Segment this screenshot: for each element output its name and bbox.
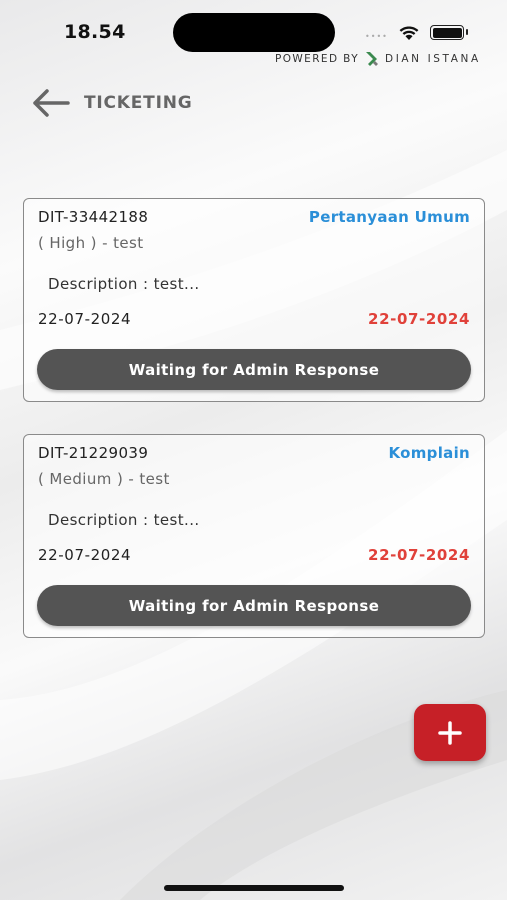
arrow-left-icon: [33, 89, 70, 117]
ticket-due-date: 22-07-2024: [368, 546, 470, 564]
ticket-card[interactable]: DIT-33442188 Pertanyaan Umum ( High ) - …: [23, 198, 485, 402]
ticket-priority-subject: ( High ) - test: [38, 234, 144, 252]
ticket-created-date: 22-07-2024: [38, 546, 132, 564]
ticket-due-date: 22-07-2024: [368, 310, 470, 328]
signal-icon: ••••: [365, 32, 388, 41]
ticket-description: Description : test...: [48, 511, 200, 529]
wifi-icon: [399, 26, 419, 40]
ticket-card[interactable]: DIT-21229039 Komplain ( Medium ) - test …: [23, 434, 485, 638]
battery-tip: [466, 29, 468, 35]
page-header: TICKETING: [30, 86, 193, 120]
status-time: 18.54: [64, 21, 126, 43]
ticket-category: Pertanyaan Umum: [308, 208, 470, 226]
plus-icon: [438, 720, 462, 745]
page-title: TICKETING: [84, 93, 193, 113]
ticket-created-date: 22-07-2024: [38, 310, 132, 328]
ticket-status-button[interactable]: Waiting for Admin Response: [37, 585, 471, 626]
powered-by-branding: POWERED BY DIAN ISTANA: [275, 50, 481, 68]
battery-icon: [430, 25, 464, 40]
home-indicator: [164, 885, 344, 891]
ticket-category: Komplain: [388, 444, 470, 462]
powered-by-label: POWERED BY: [275, 53, 360, 65]
brand-name: DIAN ISTANA: [385, 53, 481, 65]
dian-istana-logo-icon: [366, 52, 379, 66]
ticket-id: DIT-33442188: [38, 208, 149, 226]
add-ticket-button[interactable]: [414, 704, 486, 761]
ticket-priority-subject: ( Medium ) - test: [38, 470, 170, 488]
ticket-status-button[interactable]: Waiting for Admin Response: [37, 349, 471, 390]
dynamic-island: [173, 13, 335, 52]
ticket-id: DIT-21229039: [38, 444, 149, 462]
ticket-description: Description : test...: [48, 275, 200, 293]
back-button[interactable]: [30, 86, 74, 120]
